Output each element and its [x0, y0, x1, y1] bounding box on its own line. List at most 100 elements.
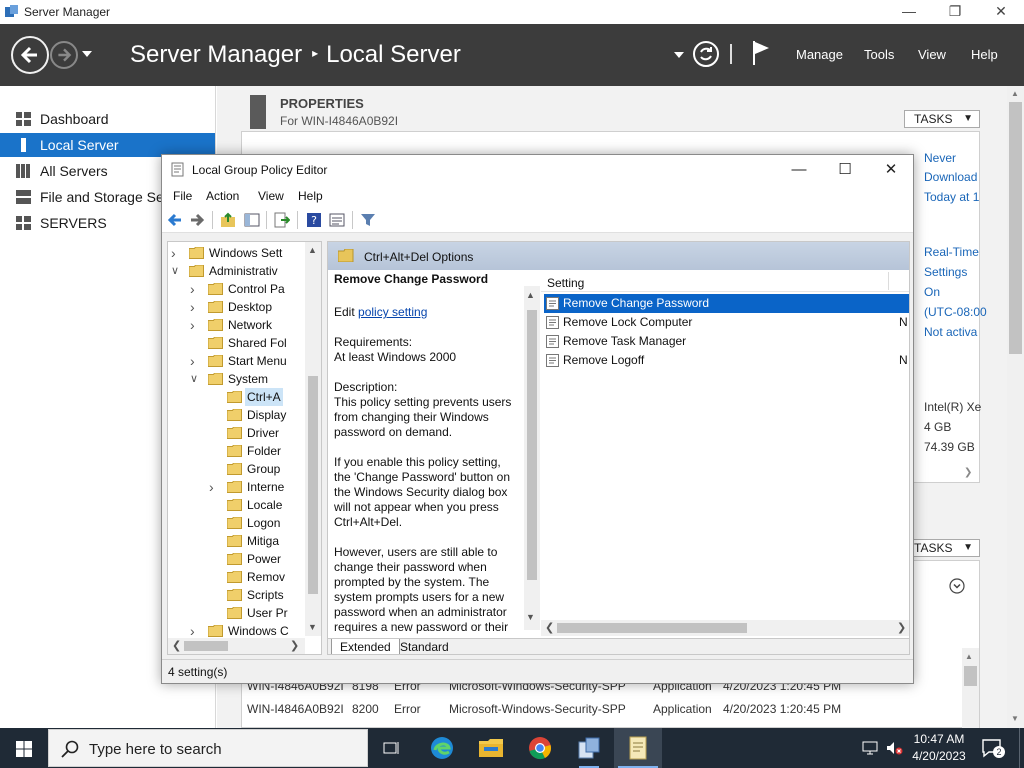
prop-value-link[interactable]: (UTC-08:00	[924, 305, 987, 319]
menu-tools[interactable]: Tools	[864, 47, 894, 62]
filter-icon[interactable]	[360, 212, 376, 228]
tree-node-label: Scripts	[247, 588, 284, 602]
chevron-right-icon[interactable]: ›	[190, 280, 200, 298]
back-button[interactable]	[11, 36, 49, 74]
prop-value-link[interactable]: Not activa	[924, 325, 977, 339]
chevron-right-icon[interactable]: ›	[190, 298, 200, 316]
edit-policy-line: Edit policy setting	[334, 305, 428, 319]
notifications-flag-icon[interactable]	[752, 39, 772, 67]
properties-subtitle: For WIN-I4846A0B92I	[280, 114, 399, 128]
search-icon	[61, 740, 79, 758]
setting-column-header[interactable]: Setting	[547, 276, 584, 290]
tree-node-label: Start Menu	[228, 354, 287, 368]
prop-value-link[interactable]: Never	[924, 151, 956, 165]
tree-vertical-scrollbar[interactable]: ▲ ▼	[305, 242, 321, 636]
group-policy-editor-window: Local Group Policy Editor — ☐ ✕ File Act…	[161, 154, 914, 684]
gpe-close-button[interactable]: ✕	[868, 155, 914, 185]
taskbar-file-explorer[interactable]	[467, 728, 515, 768]
start-button[interactable]	[0, 728, 48, 768]
up-folder-icon[interactable]	[220, 212, 236, 228]
prop-value-link[interactable]: Download	[924, 170, 977, 184]
edit-policy-setting-link[interactable]: policy setting	[358, 305, 427, 319]
chevron-right-icon[interactable]: ›	[190, 316, 200, 334]
chevron-right-icon[interactable]: ›	[209, 478, 219, 496]
menu-action[interactable]: Action	[206, 189, 239, 203]
menu-help[interactable]: Help	[971, 47, 998, 62]
list-item[interactable]: Remove Lock Computer N	[544, 313, 909, 332]
taskbar-chrome[interactable]	[516, 728, 564, 768]
all-servers-icon	[16, 164, 30, 178]
task-view-button[interactable]	[368, 728, 416, 768]
policy-setting-icon	[546, 354, 559, 367]
notifications-button[interactable]: 2	[980, 736, 1005, 760]
menu-file[interactable]: File	[173, 189, 192, 203]
menu-view[interactable]: View	[918, 47, 946, 62]
sidebar-item-dashboard[interactable]: Dashboard	[0, 107, 215, 131]
tree-node-label: Desktop	[228, 300, 273, 314]
settings-list-header[interactable]: Setting	[541, 270, 909, 292]
events-scrollbar[interactable]: ▲	[962, 648, 979, 728]
tree-horizontal-scrollbar[interactable]: ❮ ❯	[168, 638, 305, 654]
prop-value-link[interactable]: Real-Time	[924, 245, 979, 259]
folder-icon	[227, 589, 242, 601]
menu-view[interactable]: View	[258, 189, 284, 203]
description-scrollbar[interactable]: ▲ ▼	[524, 286, 540, 630]
taskbar-edge[interactable]	[418, 728, 466, 768]
chevron-down-icon[interactable]: ∨	[190, 370, 200, 388]
show-hide-tree-icon[interactable]	[244, 212, 260, 228]
gpe-minimize-button[interactable]: —	[776, 155, 822, 185]
chevron-down-icon[interactable]: ∨	[171, 262, 181, 280]
list-item[interactable]: Remove Logoff N	[544, 351, 909, 370]
main-scrollbar[interactable]: ▲ ▼	[1007, 86, 1024, 728]
folder-header: Ctrl+Alt+Del Options	[328, 242, 909, 270]
gpe-maximize-button[interactable]: ☐	[822, 155, 868, 185]
list-item[interactable]: Remove Change Password	[544, 294, 909, 313]
folder-icon	[208, 337, 223, 349]
gpe-toolbar: ?	[162, 207, 913, 233]
setting-label: Remove Logoff	[563, 353, 645, 367]
view-tabs: Extended Standard	[328, 638, 909, 654]
clock-time: 10:47 AM	[913, 732, 965, 746]
taskbar-group-policy-editor[interactable]	[614, 728, 662, 768]
tree-node-label: Folder	[247, 444, 282, 458]
properties-tasks-button[interactable]: TASKS ▼	[904, 110, 980, 128]
system-clock[interactable]: 10:47 AM 4/20/2023	[904, 731, 974, 765]
folder-icon	[189, 265, 204, 277]
clock-date: 4/20/2023	[912, 749, 966, 763]
header-dropdown-icon[interactable]	[674, 51, 684, 59]
taskbar: Type here to search 10:47 AM 4/20/2023 2	[0, 728, 1024, 768]
folder-icon	[208, 319, 223, 331]
forward-button[interactable]	[50, 41, 78, 69]
show-desktop-button[interactable]	[1019, 728, 1020, 768]
settings-list-scrollbar[interactable]: ❮ ❯	[541, 620, 909, 636]
menu-manage[interactable]: Manage	[796, 47, 843, 62]
back-arrow-icon[interactable]	[167, 212, 183, 228]
prop-value-link[interactable]: Today at 1	[924, 190, 979, 204]
list-item[interactable]: Remove Task Manager	[544, 332, 909, 351]
tab-standard[interactable]: Standard	[392, 639, 457, 654]
taskbar-search-box[interactable]: Type here to search	[48, 729, 368, 767]
folder-icon	[208, 283, 223, 295]
network-icon[interactable]	[862, 741, 880, 755]
export-list-icon[interactable]	[274, 212, 290, 228]
minimize-button[interactable]: —	[886, 0, 932, 24]
description-para-1: This policy setting prevents users from …	[334, 395, 512, 439]
help-icon[interactable]: ?	[306, 212, 322, 228]
chevron-right-icon[interactable]: ›	[171, 244, 181, 262]
scroll-right-icon[interactable]: ❯	[964, 467, 972, 478]
prop-value-link[interactable]: On	[924, 285, 940, 299]
events-tasks-button[interactable]: TASKS ▼	[904, 539, 980, 557]
forward-arrow-icon[interactable]	[189, 212, 205, 228]
history-dropdown-icon[interactable]	[82, 50, 92, 58]
refresh-icon[interactable]	[692, 40, 720, 68]
menu-help[interactable]: Help	[298, 189, 323, 203]
taskbar-server-manager[interactable]	[565, 728, 613, 768]
volume-muted-icon[interactable]	[886, 741, 904, 755]
properties-icon[interactable]	[329, 212, 345, 228]
chevron-right-icon[interactable]: ›	[190, 352, 200, 370]
close-button[interactable]: ✕	[978, 0, 1024, 24]
prop-value-link[interactable]: Settings	[924, 265, 967, 279]
maximize-button[interactable]: ❐	[932, 0, 978, 24]
expand-circle-icon[interactable]	[949, 578, 965, 594]
tab-extended[interactable]: Extended	[331, 639, 400, 654]
